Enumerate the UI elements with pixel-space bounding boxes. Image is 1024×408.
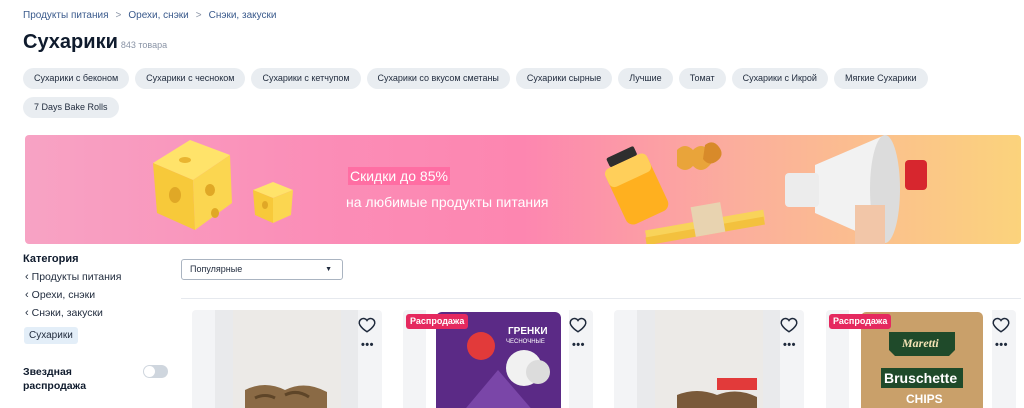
chip-ketchup[interactable]: Сухарики с кетчупом xyxy=(251,68,361,89)
groceries-illustration xyxy=(604,135,927,244)
chevron-left-icon: ‹ xyxy=(25,289,29,301)
chevron-left-icon: ‹ xyxy=(25,307,29,319)
sidebar-link-nuts[interactable]: ‹ Орехи, снэки xyxy=(25,289,95,301)
product-image[interactable] xyxy=(215,310,358,408)
sidebar-link-snacks[interactable]: ‹ Снэки, закуски xyxy=(25,307,103,319)
divider xyxy=(181,298,1021,299)
chip-cheese[interactable]: Сухарики сырные xyxy=(515,68,613,89)
chip-soft[interactable]: Мягкие Сухарики xyxy=(833,68,928,89)
product-card[interactable]: Maretti Bruschette CHIPS Распродажа ••• xyxy=(826,310,1016,408)
page-title: Сухарики xyxy=(23,31,118,53)
croutons-bag-image xyxy=(655,310,763,408)
sidebar-link-label: Орехи, снэки xyxy=(31,289,96,301)
sidebar-link-food[interactable]: ‹ Продукты питания xyxy=(25,271,121,283)
more-options-icon[interactable]: ••• xyxy=(572,340,585,351)
sidebar-category-title: Категория xyxy=(23,253,79,265)
product-card[interactable]: ••• xyxy=(614,310,804,408)
heart-icon[interactable] xyxy=(358,316,376,334)
package-text: CHIPS xyxy=(906,392,943,406)
breadcrumb: Продукты питания > Орехи, снэки > Снэки,… xyxy=(23,10,276,21)
product-count: 843 товара xyxy=(120,40,168,50)
product-card[interactable]: ••• xyxy=(192,310,382,408)
toggle-knob xyxy=(144,366,155,377)
chip-best[interactable]: Лучшие xyxy=(618,68,673,89)
chevron-left-icon: ‹ xyxy=(25,271,29,283)
sort-select[interactable]: Популярные ▼ xyxy=(181,259,343,280)
package-text: Bruschette xyxy=(884,370,957,386)
sidebar-active-category[interactable]: Сухарики xyxy=(24,327,78,344)
promo-banner[interactable]: Скидки до 85% на любимые продукты питани… xyxy=(25,135,1021,244)
heart-icon[interactable] xyxy=(569,316,587,334)
sale-badge: Распродажа xyxy=(406,314,469,329)
banner-headline: Скидки до 85% xyxy=(348,167,450,185)
more-options-icon[interactable]: ••• xyxy=(995,340,1008,351)
chevron-right-icon: > xyxy=(195,10,202,21)
title-row: Сухарики 843 товара xyxy=(23,31,167,54)
sale-badge: Распродажа xyxy=(829,314,892,329)
filter-chips: Сухарики с беконом Сухарики с чесноком С… xyxy=(23,68,983,118)
chip-caviar[interactable]: Сухарики с Икрой xyxy=(731,68,828,89)
cheese-illustration xyxy=(153,140,293,230)
sidebar-link-label: Продукты питания xyxy=(31,271,122,283)
more-options-icon[interactable]: ••• xyxy=(361,340,374,351)
chevron-right-icon: > xyxy=(115,10,122,21)
croutons-bag-image xyxy=(233,310,341,408)
sidebar-link-label: Снэки, закуски xyxy=(31,307,103,319)
chip-sour-cream[interactable]: Сухарики со вкусом сметаны xyxy=(366,68,510,89)
heart-icon[interactable] xyxy=(780,316,798,334)
package-text: ГРЕНКИ xyxy=(508,326,548,337)
chip-garlic[interactable]: Сухарики с чесноком xyxy=(135,68,246,89)
star-sale-toggle[interactable] xyxy=(143,365,168,378)
more-options-icon[interactable]: ••• xyxy=(783,340,796,351)
star-sale-label: Звездная распродажа xyxy=(23,366,87,392)
breadcrumb-item-food[interactable]: Продукты питания xyxy=(23,10,109,21)
product-card[interactable]: ГРЕНКИ ЧЕСНОЧНЫЕ Распродажа ••• xyxy=(403,310,593,408)
sort-selected-value: Популярные xyxy=(190,264,243,274)
heart-icon[interactable] xyxy=(992,316,1010,334)
breadcrumb-item-nuts[interactable]: Орехи, снэки xyxy=(128,10,188,21)
product-image[interactable] xyxy=(637,310,780,408)
package-text: ЧЕСНОЧНЫЕ xyxy=(506,339,545,345)
chip-bacon[interactable]: Сухарики с беконом xyxy=(23,68,130,89)
chip-tomato[interactable]: Томат xyxy=(678,68,726,89)
package-text: Maretti xyxy=(901,336,939,350)
banner-subtitle: на любимые продукты питания xyxy=(346,194,549,210)
chip-7days[interactable]: 7 Days Bake Rolls xyxy=(23,97,119,118)
caret-down-icon: ▼ xyxy=(325,266,332,273)
breadcrumb-item-snacks[interactable]: Снэки, закуски xyxy=(209,10,277,21)
